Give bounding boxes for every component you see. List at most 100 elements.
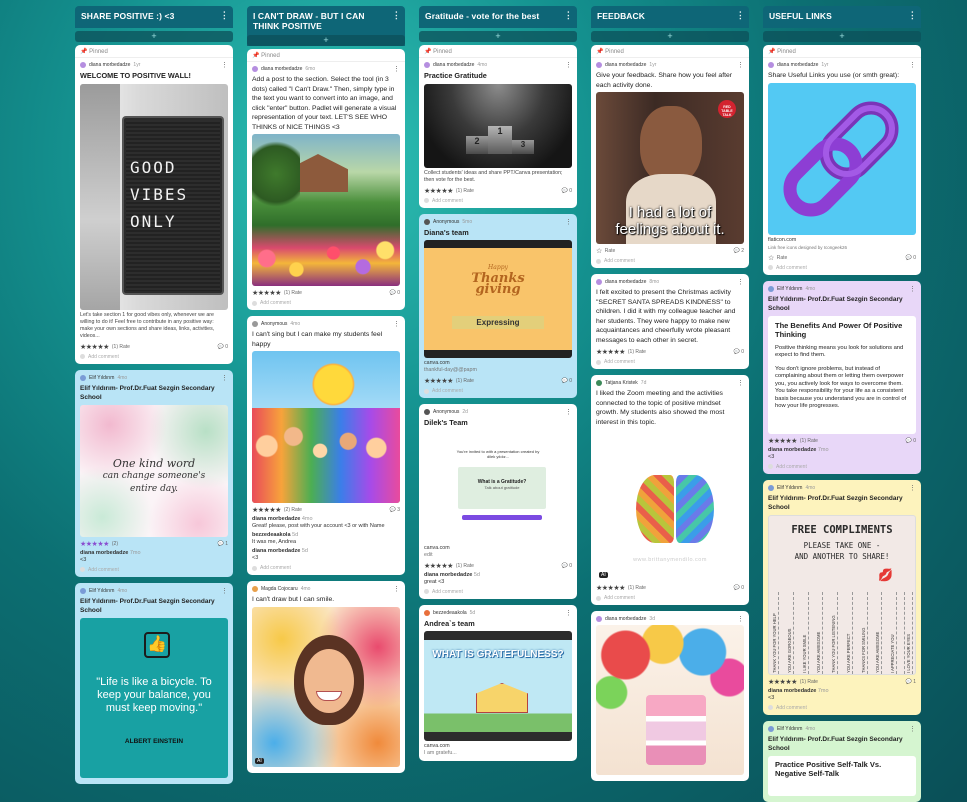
star-rating[interactable]: ★★★★★ (424, 187, 453, 195)
comment-icon[interactable]: 💬 0 (906, 438, 916, 444)
podium-image[interactable]: 1 2 3 (424, 83, 572, 168)
post-card[interactable]: 📌 Pinned diana morbedadze 1yr ⋮ WELCOME TO… (75, 45, 233, 364)
tear-tab[interactable]: I APPRECIATE YOU (889, 591, 898, 674)
post-card[interactable]: Elif Yıldırım 4mo ⋮ Elif Yıldırım- Prof.Dr… (763, 280, 921, 474)
add-comment-field[interactable]: Add comment (252, 565, 400, 571)
edit-label[interactable]: edit (424, 552, 572, 559)
post-card[interactable]: Anonymous 5mo ⋮ Diana's team Happy Thanks … (419, 213, 577, 398)
post-card[interactable]: bezzedeaakola 5d ⋮ Andrea`s team WHAT IS G… (419, 604, 577, 761)
comment-icon[interactable]: 💬 0 (390, 290, 400, 296)
brain-image[interactable]: www.brittanymendilo.com AI (596, 429, 744, 581)
post-card[interactable]: 📌 Pinned diana morbedadze 1yr ⋮ Share Usef… (763, 45, 921, 275)
post-menu-icon[interactable]: ⋮ (393, 320, 400, 328)
comment-icon[interactable]: 💬 0 (562, 188, 572, 194)
add-comment-field[interactable]: Add comment (252, 300, 400, 306)
add-comment-field[interactable]: Add comment (424, 388, 572, 394)
post-card[interactable]: diana morbedadze 3d ⋮ (591, 611, 749, 781)
comment-icon[interactable]: 💬 3 (390, 507, 400, 513)
post-card[interactable]: Elif Yıldırım 4mo ⋮ Elif Yıldırım- Prof.Dr… (75, 369, 233, 577)
post-menu-icon[interactable]: ⋮ (565, 609, 572, 617)
comment-icon[interactable]: 💬 0 (734, 349, 744, 355)
more-options-icon[interactable]: ⋮ (392, 11, 401, 20)
star-rating[interactable]: ★★★★★ (596, 584, 625, 592)
post-card[interactable]: 📌 Pinned diana morbedadze 6mo ⋮ Add a post… (247, 49, 405, 310)
post-menu-icon[interactable]: ⋮ (909, 61, 916, 69)
post-menu-icon[interactable]: ⋮ (909, 484, 916, 492)
post-card[interactable]: Tatjana Kristek 7d ⋮ I liked the Zoom meet… (591, 375, 749, 605)
add-comment-field[interactable]: Add comment (596, 258, 744, 264)
star-rating[interactable]: ★★★★★ (596, 348, 625, 356)
star-rating[interactable]: ★★★★★ (80, 540, 109, 548)
add-comment-field[interactable]: Add comment (596, 359, 744, 365)
einstein-quote-image[interactable]: 👍 "Life is like a bicycle. To keep your … (80, 617, 228, 778)
post-menu-icon[interactable]: ⋮ (221, 61, 228, 69)
post-card[interactable]: Elif Yıldırım 4mo ⋮ Elif Yıldırım- Prof.Dr… (763, 720, 921, 802)
star-rating[interactable]: ★★★★★ (424, 562, 453, 570)
post-menu-icon[interactable]: ⋮ (393, 585, 400, 593)
more-options-icon[interactable]: ⋮ (564, 11, 573, 20)
add-comment-field[interactable]: Add comment (768, 464, 916, 470)
tear-tab[interactable]: THANKS FOR SMILING (859, 591, 868, 674)
smiling-girl-image[interactable]: AI (252, 606, 400, 767)
star-rating[interactable]: ★★★★★ (768, 437, 797, 445)
kind-word-image[interactable]: One kind word can change someone's entir… (80, 404, 228, 537)
comment-icon[interactable]: 💬 0 (562, 378, 572, 384)
add-post-button[interactable]: + (247, 35, 405, 46)
feelings-gif[interactable]: RED TABLE TALK I had a lot of feelings a… (596, 92, 744, 244)
add-post-button[interactable]: + (75, 31, 233, 42)
more-options-icon[interactable]: ⋮ (736, 11, 745, 20)
post-menu-icon[interactable]: ⋮ (221, 587, 228, 595)
gratefulness-slide[interactable]: WHAT IS GRATEFULNESS? (424, 631, 572, 741)
link-source[interactable]: canva.com (424, 545, 572, 552)
more-options-icon[interactable]: ⋮ (220, 11, 229, 20)
add-comment-field[interactable]: Add comment (768, 705, 916, 711)
thanksgiving-slide[interactable]: Happy Thanks giving Expressing (424, 240, 572, 358)
more-options-icon[interactable]: ⋮ (908, 11, 917, 20)
post-card[interactable]: Anonymous 2d ⋮ Dilek's Team You're invited… (419, 404, 577, 599)
garden-image[interactable] (252, 134, 400, 286)
post-card[interactable]: Elif Yıldırım 4mo ⋮ Elif Yıldırım- Prof.Dr… (763, 479, 921, 715)
link-source[interactable]: canva.com (424, 743, 572, 750)
link-source[interactable]: canva.com (424, 360, 572, 367)
post-card[interactable]: Anonymous 4mo ⋮ I can't sing but I can mak… (247, 316, 405, 575)
post-menu-icon[interactable]: ⋮ (737, 615, 744, 623)
post-menu-icon[interactable]: ⋮ (565, 408, 572, 416)
comment-icon[interactable]: 💬 1 (906, 679, 916, 685)
document-preview[interactable]: The Benefits And Power Of Positive Think… (768, 315, 916, 434)
comment-icon[interactable]: 💬 0 (906, 255, 916, 261)
comment-icon[interactable]: 💬 0 (734, 585, 744, 591)
post-menu-icon[interactable]: ⋮ (737, 61, 744, 69)
post-menu-icon[interactable]: ⋮ (737, 379, 744, 387)
post-card[interactable]: Elif Yıldırım 4mo ⋮ Elif Yıldırım- Prof.Dr… (75, 582, 233, 784)
tear-tab[interactable]: I LOVE YOUR EYES (903, 591, 913, 674)
add-comment-field[interactable]: Add comment (768, 265, 916, 271)
post-menu-icon[interactable]: ⋮ (221, 374, 228, 382)
post-menu-icon[interactable]: ⋮ (393, 65, 400, 73)
link-chain-icon[interactable] (768, 82, 916, 235)
post-card[interactable]: Magda Cojocaru 4mo ⋮ I can't draw but I ca… (247, 581, 405, 773)
star-rating[interactable]: ★★★★★ (424, 377, 453, 385)
comment-icon[interactable]: 💬 1 (218, 541, 228, 547)
star-rating[interactable]: ★★★★★ (252, 289, 281, 297)
add-comment-field[interactable]: Add comment (80, 354, 228, 360)
star-icon[interactable]: ☆ (768, 254, 774, 262)
post-menu-icon[interactable]: ⋮ (737, 278, 744, 286)
add-post-button[interactable]: + (763, 31, 921, 42)
tear-tab[interactable]: YOU ARE GORGEOUS (785, 591, 794, 674)
post-card[interactable]: 📌 Pinned diana morbedadze 4mo ⋮ Practice G… (419, 45, 577, 208)
star-icon[interactable]: ☆ (596, 247, 602, 255)
post-menu-icon[interactable]: ⋮ (909, 285, 916, 293)
post-card[interactable]: 📌 Pinned diana morbedadze 1yr ⋮ Give your … (591, 45, 749, 268)
birthday-balloons-image[interactable] (596, 625, 744, 775)
free-compliments-poster[interactable]: FREE COMPLIMENTS PLEASE TAKE ONE - AND A… (768, 514, 916, 675)
tear-tab[interactable]: YOU ARE PERFECT (844, 591, 853, 674)
star-rating[interactable]: ★★★★★ (80, 343, 109, 351)
tear-tab[interactable]: YOU ARE AWESOME (815, 591, 824, 674)
comment-icon[interactable]: 💬 0 (562, 563, 572, 569)
add-comment-field[interactable]: Add comment (424, 589, 572, 595)
star-rating[interactable]: ★★★★★ (768, 678, 797, 686)
add-comment-field[interactable]: Add comment (424, 198, 572, 204)
post-card[interactable]: diana morbedadze 8mo ⋮ I felt excited to p… (591, 274, 749, 369)
add-comment-field[interactable]: Add comment (596, 595, 744, 601)
post-menu-icon[interactable]: ⋮ (909, 725, 916, 733)
